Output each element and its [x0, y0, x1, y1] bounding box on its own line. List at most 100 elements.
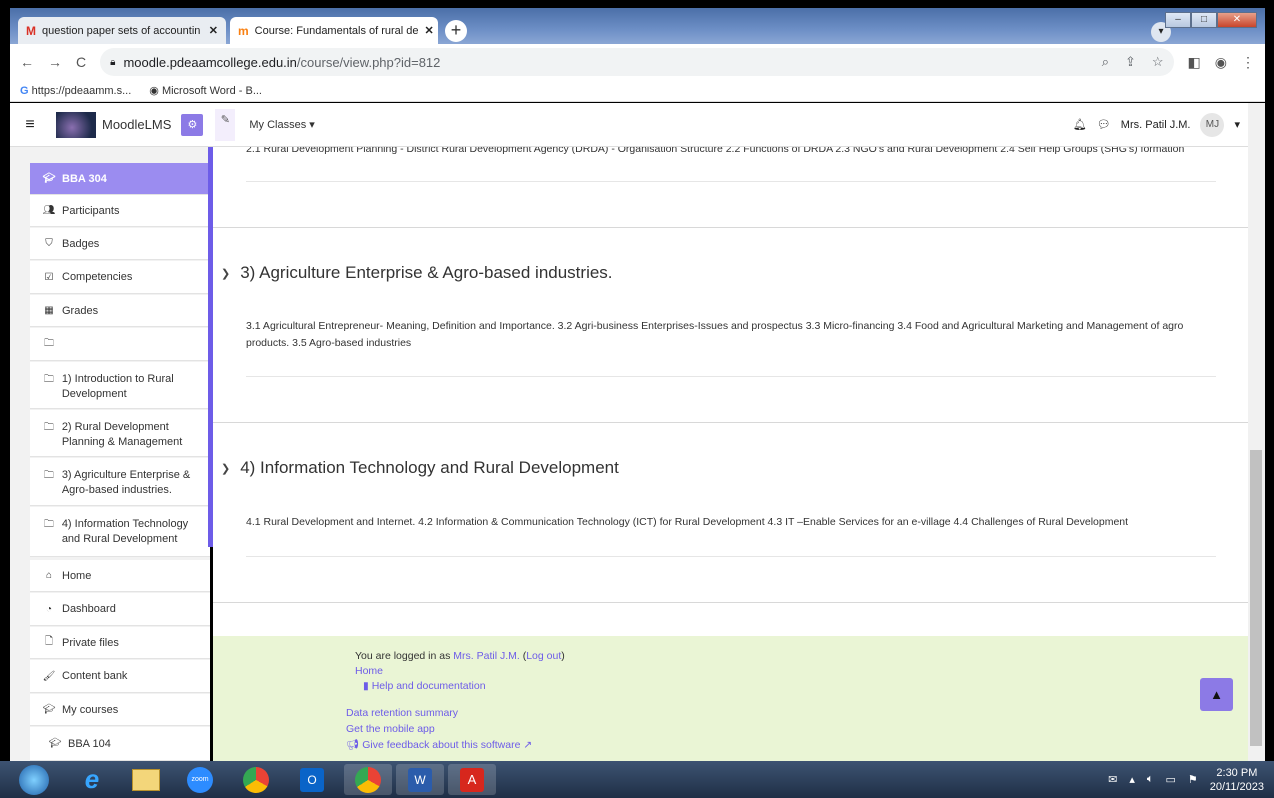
- edit-icon[interactable]: ✎: [215, 108, 236, 141]
- network-icon[interactable]: ▭: [1165, 773, 1175, 786]
- section-3-title[interactable]: ❯ 3) Agriculture Enterprise & Agro-based …: [221, 263, 613, 283]
- acrobat-icon[interactable]: A: [448, 764, 496, 795]
- show-hidden-icons[interactable]: ▴: [1129, 773, 1135, 786]
- bookmark-item[interactable]: ◉ Microsoft Word - B...: [149, 84, 262, 97]
- start-orb-icon[interactable]: [12, 764, 56, 795]
- profile-icon[interactable]: ◉: [1215, 54, 1227, 71]
- user-area: 🔔︎ 💬︎ Mrs. Patil J.M. MJ ▾: [1073, 112, 1240, 137]
- reload-icon[interactable]: C: [76, 54, 86, 70]
- new-tab-button[interactable]: +: [445, 20, 467, 42]
- settings-cogs-icon[interactable]: ⚙: [181, 113, 204, 136]
- moodle-icon: m: [238, 23, 249, 38]
- menu-icon[interactable]: ⋮: [1241, 54, 1255, 71]
- sidebar-item-grades[interactable]: ▦ Grades: [30, 295, 210, 327]
- back-to-top-button[interactable]: ▲: [1200, 678, 1233, 711]
- action-center-icon[interactable]: ✉: [1108, 773, 1117, 786]
- chevron-down-icon[interactable]: ▾: [1234, 118, 1240, 131]
- sidebar-item-content-bank[interactable]: 🖌︎ Content bank: [30, 660, 210, 693]
- footer-home-link[interactable]: Home: [355, 665, 383, 677]
- sidebar-item-participants[interactable]: 👥︎ Participants: [30, 195, 210, 227]
- forward-icon[interactable]: →: [48, 54, 62, 70]
- page-scrollbar-thumb[interactable]: [1250, 450, 1262, 746]
- sidebar-item-section-2[interactable]: 🗀 2) Rural Development Planning & Managem…: [30, 410, 210, 457]
- volume-muted-icon[interactable]: 🔈︎: [1147, 773, 1154, 786]
- file-explorer-icon[interactable]: [122, 764, 170, 795]
- divider: [246, 376, 1216, 377]
- close-tab-icon[interactable]: ✕: [425, 24, 434, 37]
- tab-gmail[interactable]: M question paper sets of accountin ✕: [18, 17, 226, 44]
- zoom-icon[interactable]: zoom: [176, 764, 224, 795]
- back-icon[interactable]: ←: [20, 54, 34, 70]
- graduation-cap-icon: 🎓︎: [48, 738, 62, 749]
- sidebar-item-home[interactable]: ⌂ Home: [30, 560, 210, 592]
- tab-course[interactable]: m Course: Fundamentals of rural de ✕: [230, 17, 438, 44]
- mobile-app-link[interactable]: Get the mobile app: [346, 723, 435, 735]
- address-bar-row: ← → C 🔒︎ moodle.pdeaamcollege.edu.in/cou…: [10, 44, 1265, 80]
- chrome-profile-icon[interactable]: [344, 764, 392, 795]
- sidebar-item-section-4[interactable]: 🗀 4) Information Technology and Rural Dev…: [30, 507, 210, 557]
- sidebar-item-section-1[interactable]: 🗀 1) Introduction to Rural Development: [30, 362, 210, 409]
- hamburger-menu-icon[interactable]: ≡: [16, 116, 44, 134]
- gmail-icon: M: [26, 23, 36, 38]
- share-icon[interactable]: ⇪: [1125, 54, 1136, 70]
- data-retention-link[interactable]: Data retention summary: [346, 707, 458, 719]
- file-icon: 🗋: [44, 636, 54, 647]
- site-logo[interactable]: [56, 111, 96, 138]
- word-icon[interactable]: W: [396, 764, 444, 795]
- url-host: moodle.pdeaamcollege.edu.in: [123, 54, 297, 70]
- folder-icon: 🗀: [43, 374, 54, 385]
- flag-icon[interactable]: ⚑: [1188, 773, 1198, 786]
- page-footer: You are logged in as Mrs. Patil J.M. (Lo…: [213, 636, 1248, 761]
- graduation-cap-icon: 🎓︎: [42, 173, 56, 184]
- sidebar: 🎓︎ BBA 304 👥︎ Participants ⛉ Badges ☑ Compet…: [10, 147, 210, 761]
- users-icon: 👥︎: [42, 205, 56, 216]
- feedback-link[interactable]: 📢︎ Give feedback about this software ↗: [346, 739, 532, 751]
- tab-label: Course: Fundamentals of rural de: [254, 24, 419, 37]
- chrome-icon[interactable]: [232, 764, 280, 795]
- close-window-icon[interactable]: ✕: [1217, 12, 1257, 28]
- external-link-icon: ↗: [523, 739, 533, 751]
- lock-icon: 🔒︎: [110, 56, 116, 68]
- sidebar-item-competencies[interactable]: ☑ Competencies: [30, 261, 210, 294]
- logout-link[interactable]: Log out: [526, 650, 561, 662]
- chat-icon[interactable]: 💬︎: [1097, 118, 1111, 131]
- internet-explorer-icon[interactable]: e: [68, 764, 116, 795]
- clock[interactable]: 2:30 PM 20/11/2023: [1210, 766, 1264, 794]
- browser-tab-bar: M question paper sets of accountin ✕ m C…: [10, 8, 1265, 44]
- section-4-title[interactable]: ❯ 4) Information Technology and Rural Dev…: [221, 458, 619, 478]
- sidebar-item-badges[interactable]: ⛉ Badges: [30, 228, 210, 260]
- help-link[interactable]: ▮ Help and documentation: [363, 680, 486, 692]
- user-profile-link[interactable]: Mrs. Patil J.M.: [453, 650, 520, 662]
- url-field[interactable]: 🔒︎ moodle.pdeaamcollege.edu.in/course/vi…: [100, 48, 1174, 76]
- avatar[interactable]: MJ: [1200, 112, 1225, 137]
- sidebar-item-my-courses[interactable]: 🎓︎ My courses: [30, 694, 210, 726]
- maximize-icon[interactable]: □: [1191, 12, 1217, 28]
- home-icon: ⌂: [45, 570, 53, 581]
- user-name[interactable]: Mrs. Patil J.M.: [1121, 119, 1191, 131]
- window-controls: – □ ✕: [1165, 12, 1257, 28]
- chevron-down-icon[interactable]: ❯: [221, 462, 230, 475]
- logged-in-info: You are logged in as Mrs. Patil J.M. (Lo…: [355, 650, 565, 662]
- divider: [246, 556, 1216, 557]
- sidebar-item-private-files[interactable]: 🗋 Private files: [30, 627, 210, 659]
- sidebar-item-course[interactable]: 🎓︎ BBA 304: [30, 163, 210, 195]
- close-tab-icon[interactable]: ✕: [209, 24, 218, 37]
- brush-icon: 🖌︎: [42, 670, 56, 682]
- bell-icon[interactable]: 🔔︎: [1073, 118, 1087, 131]
- zoom-icon[interactable]: ⌕: [1102, 54, 1109, 70]
- sidebar-item-section-3[interactable]: 🗀 3) Agriculture Enterprise & Agro-based …: [30, 458, 210, 506]
- sidebar-item-bba-104[interactable]: 🎓︎ BBA 104: [30, 727, 210, 761]
- sidebar-item-general[interactable]: 🗀: [30, 328, 210, 361]
- section-separator: [213, 602, 1248, 603]
- graduation-cap-icon: 🎓︎: [42, 704, 56, 715]
- bookmark-item[interactable]: G https://pdeaamm.s...: [20, 85, 131, 97]
- site-name[interactable]: MoodleLMS: [102, 117, 171, 132]
- minimize-icon[interactable]: –: [1165, 12, 1191, 28]
- sidebar-item-dashboard[interactable]: ◔ Dashboard: [30, 593, 210, 626]
- chevron-down-icon[interactable]: ❯: [221, 267, 230, 280]
- folder-icon: 🗀: [43, 470, 54, 481]
- my-classes-menu[interactable]: My Classes ▾: [249, 118, 314, 131]
- outlook-icon[interactable]: O: [288, 764, 336, 795]
- bookmark-star-icon[interactable]: ☆: [1152, 54, 1164, 70]
- side-panel-icon[interactable]: ◧: [1188, 54, 1201, 71]
